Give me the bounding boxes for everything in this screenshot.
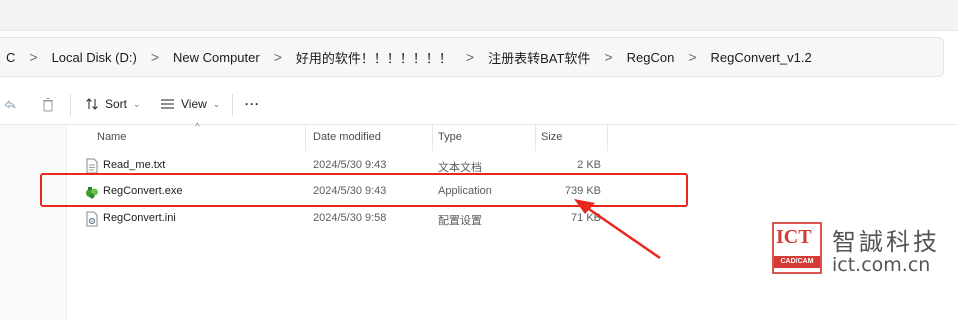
- watermark-logo: ICT CAD/CAM 智誠科技 ict.com.cn: [770, 222, 950, 278]
- ict-logo-box: ICT CAD/CAM: [772, 222, 822, 274]
- cadcam-label: CAD/CAM: [774, 256, 820, 268]
- ict-logo-text: ICT: [776, 226, 812, 248]
- company-name: 智誠科技: [832, 228, 940, 256]
- company-domain: ict.com.cn: [832, 254, 931, 276]
